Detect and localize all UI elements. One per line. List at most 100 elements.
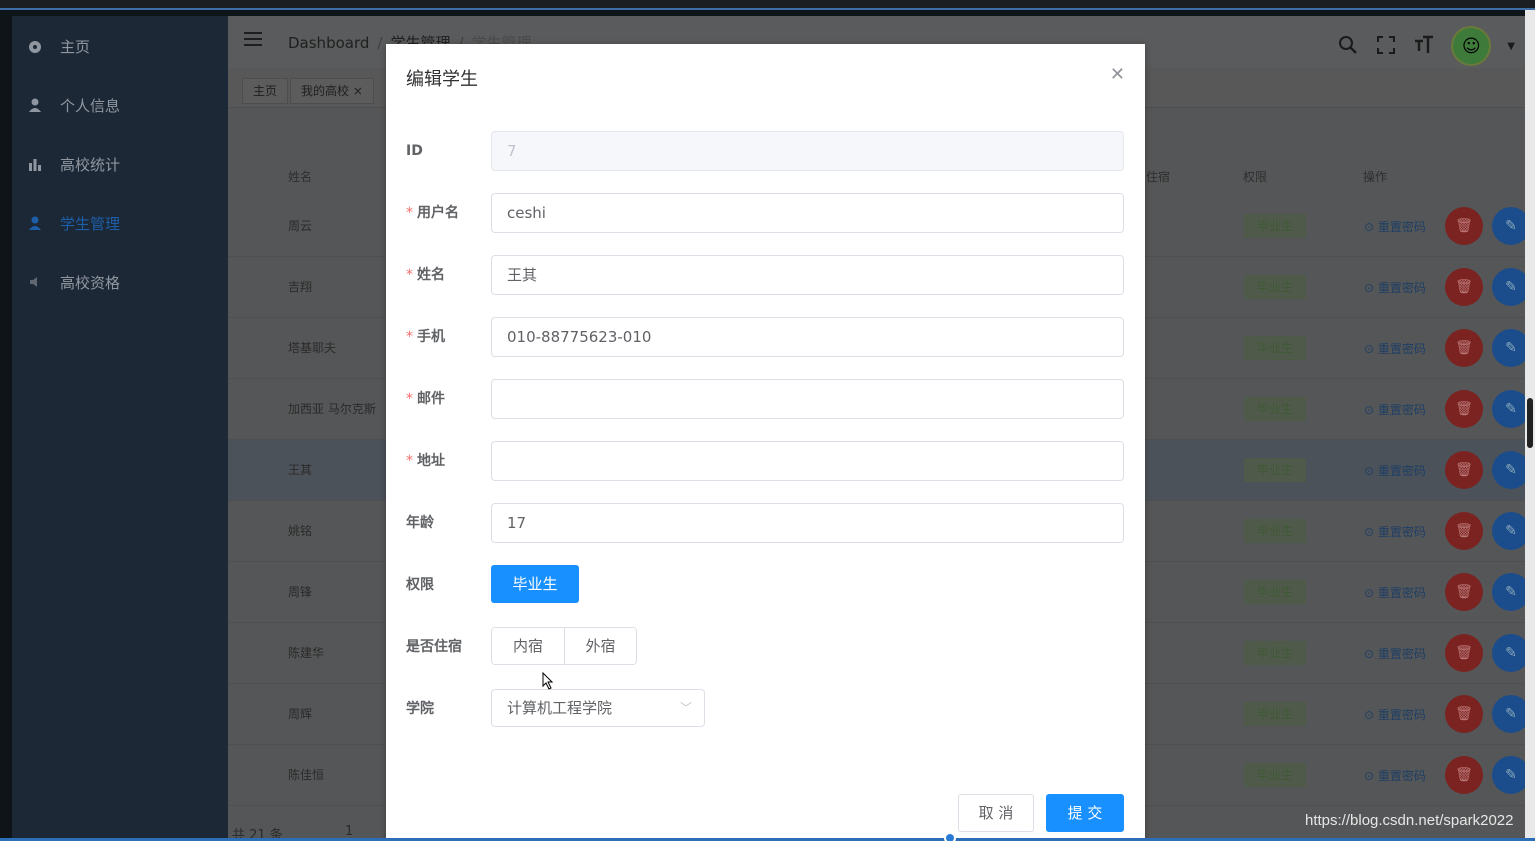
page-scrollbar[interactable] <box>1525 10 1535 841</box>
college-select[interactable]: 计算机工程学院 ﹀ <box>491 689 705 727</box>
sidebar-item-label: 学生管理 <box>60 214 121 233</box>
reset-password-link[interactable]: ⊙ 重置密码 <box>1364 706 1426 723</box>
cell-name: 姚铭 <box>288 524 313 538</box>
dashboard-icon <box>28 39 42 53</box>
reset-password-link[interactable]: ⊙ 重置密码 <box>1364 767 1426 784</box>
column-header-action: 操作 <box>1363 170 1388 184</box>
delete-icon[interactable]: 🗑 <box>1445 390 1483 428</box>
field-label: * 地址 <box>406 441 445 481</box>
window-top-strip <box>0 0 1535 10</box>
address-field[interactable] <box>491 441 1124 481</box>
cell-name: 加西亚 马尔克斯 <box>288 402 376 416</box>
field-label-text: 邮件 <box>417 391 445 407</box>
watermark: https://blog.csdn.net/spark2022 <box>1305 812 1514 829</box>
delete-icon[interactable]: 🗑 <box>1445 207 1483 245</box>
age-field[interactable]: 17 <box>491 503 1124 543</box>
delete-icon[interactable]: 🗑 <box>1445 512 1483 550</box>
delete-icon[interactable]: 🗑 <box>1445 634 1483 672</box>
field-label: ID <box>406 143 423 159</box>
sidebar-item-label: 个人信息 <box>60 96 121 115</box>
breadcrumb-dashboard[interactable]: Dashboard <box>288 34 369 52</box>
text-size-icon[interactable] <box>1413 35 1435 57</box>
field-label: 学院 <box>406 701 434 717</box>
reset-password-label: 重置密码 <box>1377 586 1426 600</box>
delete-icon[interactable]: 🗑 <box>1445 695 1483 733</box>
sidebar-item-stats[interactable]: 高校统计 <box>12 144 228 184</box>
field-label: * 用户名 <box>406 193 459 233</box>
volume-icon <box>28 275 42 289</box>
username-field[interactable]: ceshi <box>491 193 1124 233</box>
role-option-graduate[interactable]: 毕业生 <box>491 565 579 603</box>
role-badge: 毕业生 <box>1244 580 1306 604</box>
reset-password-label: 重置密码 <box>1377 708 1426 722</box>
role-badge: 毕业生 <box>1244 397 1306 421</box>
submit-button[interactable]: 提 交 <box>1046 794 1124 832</box>
sidebar-item-students[interactable]: 学生管理 <box>12 203 228 243</box>
form-item-username: * 用户名 ceshi <box>406 193 1124 233</box>
cancel-button[interactable]: 取 消 <box>958 794 1034 832</box>
column-header-boarding: 住宿 <box>1146 170 1171 184</box>
delete-icon[interactable]: 🗑 <box>1445 451 1483 489</box>
close-icon[interactable]: ✕ <box>1110 64 1125 85</box>
bar-chart-icon <box>28 157 42 171</box>
reset-password-link[interactable]: ⊙ 重置密码 <box>1364 401 1426 418</box>
close-icon[interactable]: × <box>353 84 363 98</box>
scrollbar-thumb[interactable] <box>1527 398 1533 448</box>
required-mark: * <box>406 329 413 345</box>
reset-password-link[interactable]: ⊙ 重置密码 <box>1364 279 1426 296</box>
reset-password-label: 重置密码 <box>1377 769 1426 783</box>
required-mark: * <box>406 453 413 469</box>
tag-home[interactable]: 主页 <box>242 78 289 104</box>
phone-field[interactable]: 010-88775623-010 <box>491 317 1124 357</box>
field-label-text: 手机 <box>417 329 445 345</box>
delete-icon[interactable]: 🗑 <box>1445 329 1483 367</box>
field-label: 年龄 <box>406 515 434 531</box>
reset-password-link[interactable]: ⊙ 重置密码 <box>1364 462 1426 479</box>
reset-password-link[interactable]: ⊙ 重置密码 <box>1364 523 1426 540</box>
field-label: * 姓名 <box>406 255 445 295</box>
role-badge: 毕业生 <box>1244 214 1306 238</box>
pagination-page[interactable]: 1 <box>345 824 353 839</box>
cell-name: 王其 <box>288 463 313 477</box>
delete-icon[interactable]: 🗑 <box>1445 756 1483 794</box>
caret-down-icon[interactable]: ▼ <box>1507 41 1515 52</box>
role-badge: 毕业生 <box>1244 702 1306 726</box>
delete-icon[interactable]: 🗑 <box>1445 573 1483 611</box>
sidebar-item-home[interactable]: 主页 <box>12 26 228 66</box>
sidebar-item-label: 主页 <box>60 37 91 56</box>
reset-password-label: 重置密码 <box>1377 342 1426 356</box>
navbar-tools: ☺ ▼ <box>1337 26 1515 66</box>
boarding-option-outside[interactable]: 外宿 <box>564 628 636 664</box>
boarding-option-inside[interactable]: 内宿 <box>492 628 564 664</box>
sidebar-item-profile[interactable]: 个人信息 <box>12 85 228 125</box>
progress-handle[interactable] <box>944 832 956 841</box>
boarding-radio-group: 内宿 外宿 <box>491 627 637 665</box>
required-mark: * <box>406 391 413 407</box>
field-label: * 邮件 <box>406 379 445 419</box>
edit-student-dialog: 编辑学生 ✕ ID 7 * 用户名 ceshi * 姓名 王其 * 手机 010-88… <box>386 44 1145 841</box>
reset-password-link[interactable]: ⊙ 重置密码 <box>1364 340 1426 357</box>
user-icon <box>28 98 42 112</box>
form-item-boarding: 是否住宿 内宿 外宿 <box>406 627 1124 667</box>
fullscreen-icon[interactable] <box>1375 35 1397 57</box>
tag-my-college[interactable]: 我的高校 × <box>290 78 374 104</box>
hamburger-icon[interactable] <box>244 32 262 48</box>
tag-label: 我的高校 <box>301 84 350 98</box>
delete-icon[interactable]: 🗑 <box>1445 268 1483 306</box>
top-accent-line <box>0 8 1535 10</box>
reset-password-link[interactable]: ⊙ 重置密码 <box>1364 645 1426 662</box>
reset-password-label: 重置密码 <box>1377 220 1426 234</box>
form-item-college: 学院 计算机工程学院 ﹀ <box>406 689 1124 729</box>
role-badge: 毕业生 <box>1244 519 1306 543</box>
reset-password-link[interactable]: ⊙ 重置密码 <box>1364 584 1426 601</box>
sidebar-item-qualification[interactable]: 高校资格 <box>12 262 228 302</box>
reset-password-link[interactable]: ⊙ 重置密码 <box>1364 218 1426 235</box>
form-item-name: * 姓名 王其 <box>406 255 1124 295</box>
avatar-icon[interactable]: ☺ <box>1451 26 1492 66</box>
name-field[interactable]: 王其 <box>491 255 1124 295</box>
field-label-text: 用户名 <box>417 205 459 221</box>
email-field[interactable] <box>491 379 1124 419</box>
cell-name: 周辉 <box>288 707 313 721</box>
form-item-role: 权限 毕业生 <box>406 565 1124 605</box>
search-icon[interactable] <box>1337 35 1359 57</box>
